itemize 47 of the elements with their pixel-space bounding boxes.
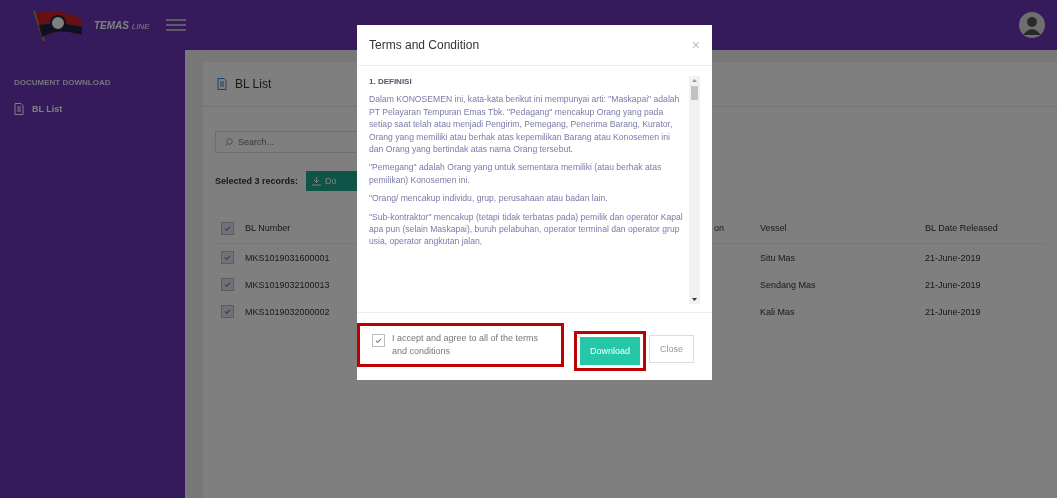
column-header: Vessel [760,223,787,233]
document-icon [217,78,227,90]
table-cell: 21-June-2019 [925,306,981,317]
avatar-icon[interactable] [1019,12,1045,38]
checkbox[interactable] [221,251,234,264]
download-button[interactable]: Download [579,337,640,365]
scroll-up-icon[interactable] [692,79,697,82]
selection-count: Selected 3 records: [215,176,299,186]
checkbox[interactable] [221,221,234,235]
table-cell: MKS1019032100013 [245,279,330,290]
scrollbar[interactable] [689,76,700,304]
scroll-down-icon[interactable] [692,298,697,301]
check-icon [224,281,231,288]
modal-title: Terms and Condition [369,38,480,52]
checkbox[interactable] [221,305,234,318]
scrollbar-thumb[interactable] [691,86,698,100]
table-cell: MKS1019032000002 [245,306,330,317]
table-cell: 21-June-2019 [925,279,981,290]
table-cell: MKS1019031600001 [245,252,330,263]
document-icon [14,103,24,115]
section-heading: 1. DEFINISI [369,76,413,88]
check-icon [224,224,231,232]
check-icon [224,254,231,261]
close-button[interactable]: Close [649,335,694,363]
table-cell: Situ Mas [760,252,795,263]
checkbox[interactable] [221,278,234,291]
paragraph: "Orang/ mencakup individu, grup, perusahaan atau badan lain. [369,192,609,205]
card-title: BL List [235,77,272,91]
table-cell: Kali Mas [760,306,795,317]
brand-name: TEMAS LINE [94,19,150,31]
column-header: BL Number [245,223,291,233]
sidebar-item[interactable]: BL List [14,103,63,115]
column-header: BL Date Released [925,223,998,233]
search-icon [224,138,233,147]
checkbox[interactable] [372,334,385,347]
check-icon [224,308,231,315]
menu-icon[interactable] [165,19,186,31]
column-header: on [714,223,724,233]
download-icon [312,176,322,186]
close-button[interactable]: × [691,37,700,53]
table-cell: 21-June-2019 [925,252,981,263]
paragraph: "Pemegang" adalah Orang yang untuk sementara memiliki (atau berhak atas pemilikan) Konosemen ini. [369,161,663,187]
table-cell: Sendang Mas [760,279,816,290]
sidebar-section-title: DOCUMENT DOWNLOAD [14,78,112,87]
accept-terms-checkbox[interactable]: I accept and agree to all of the terms and conditions [357,323,564,367]
paragraph: "Sub-kontraktor" mencakup (tetapi tidak terbatas pada) pemilik dan operator Kapal apa pun (selain Maskapai), buruh pelabuhan, operator terminal dan operator grup usia, operator angkutan jalan, [369,210,683,248]
check-icon [375,337,382,344]
